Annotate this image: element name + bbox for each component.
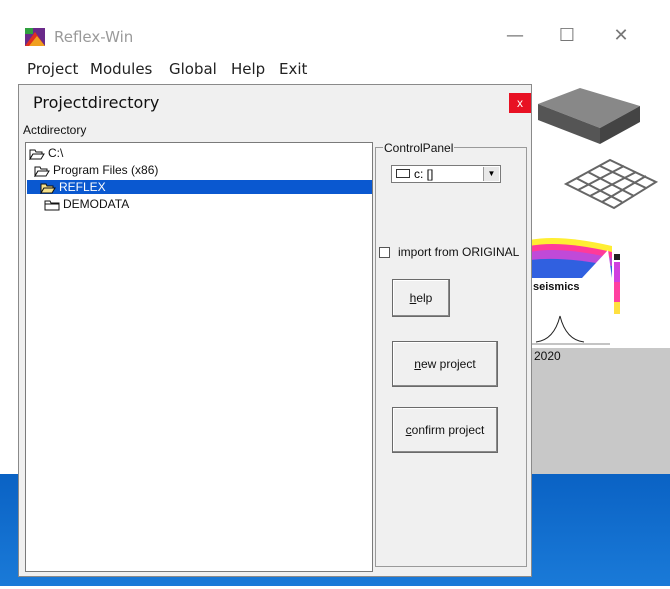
menu-exit[interactable]: Exit: [279, 60, 307, 78]
open-folder-icon: [40, 183, 56, 194]
open-folder-icon: [34, 166, 50, 177]
background-gray-panel: [520, 348, 670, 474]
dialog-title: Projectdirectory: [33, 93, 160, 112]
new-project-button[interactable]: new project: [392, 341, 498, 387]
close-window-button[interactable]: ✕: [606, 24, 636, 48]
dialog-close-button[interactable]: x: [509, 93, 531, 113]
reflex-app-icon: [25, 28, 45, 46]
actdirectory-label: Actdirectory: [23, 123, 87, 137]
app-title: Reflex-Win: [54, 28, 134, 46]
drive-icon: [396, 169, 410, 178]
control-panel-legend: ControlPanel: [383, 141, 455, 155]
menu-global[interactable]: Global: [169, 60, 217, 78]
import-original-checkbox-row[interactable]: import from ORIGINAL: [379, 245, 519, 259]
tree-item-program-files[interactable]: Program Files (x86): [34, 163, 158, 177]
menu-project[interactable]: Project: [27, 60, 78, 78]
tree-item-demodata[interactable]: DEMODATA: [44, 197, 129, 211]
seismics-label: seismics: [533, 281, 580, 293]
tree-item-label: Program Files (x86): [53, 163, 159, 177]
tree-item-label: DEMODATA: [63, 197, 130, 211]
help-button[interactable]: help: [392, 279, 450, 317]
minimize-button[interactable]: —: [500, 24, 530, 48]
directory-tree[interactable]: C:\ Program Files (x86) REFLEX DEMODATA: [25, 142, 373, 572]
menubar: Project Modules Global Help Exit: [0, 56, 670, 82]
year-label: 2020: [534, 349, 561, 363]
chevron-down-icon[interactable]: ▼: [483, 167, 499, 181]
drive-select-value: c: []: [414, 167, 434, 181]
menu-modules[interactable]: Modules: [90, 60, 152, 78]
tree-item-label: C:\: [48, 146, 64, 160]
maximize-button[interactable]: ☐: [552, 24, 582, 48]
background-graphics: [530, 88, 659, 345]
open-folder-icon: [29, 149, 45, 160]
import-original-label: import from ORIGINAL: [398, 245, 520, 259]
confirm-project-button-label: confirm project: [405, 423, 485, 437]
main-titlebar: Reflex-Win — ☐ ✕: [0, 0, 670, 56]
tree-item-label: REFLEX: [59, 180, 106, 194]
projectdirectory-dialog: Projectdirectory x Actdirectory C:\ Prog…: [18, 84, 532, 577]
help-button-label: help: [409, 291, 433, 305]
menu-help[interactable]: Help: [231, 60, 265, 78]
folder-icon: [44, 200, 60, 211]
drive-select[interactable]: c: [] ▼: [391, 165, 501, 183]
tree-item-reflex[interactable]: REFLEX: [27, 180, 372, 194]
confirm-project-button[interactable]: confirm project: [392, 407, 498, 453]
tree-item-c-drive[interactable]: C:\: [29, 146, 63, 160]
new-project-button-label: new project: [414, 357, 476, 371]
import-original-checkbox[interactable]: [379, 247, 390, 259]
